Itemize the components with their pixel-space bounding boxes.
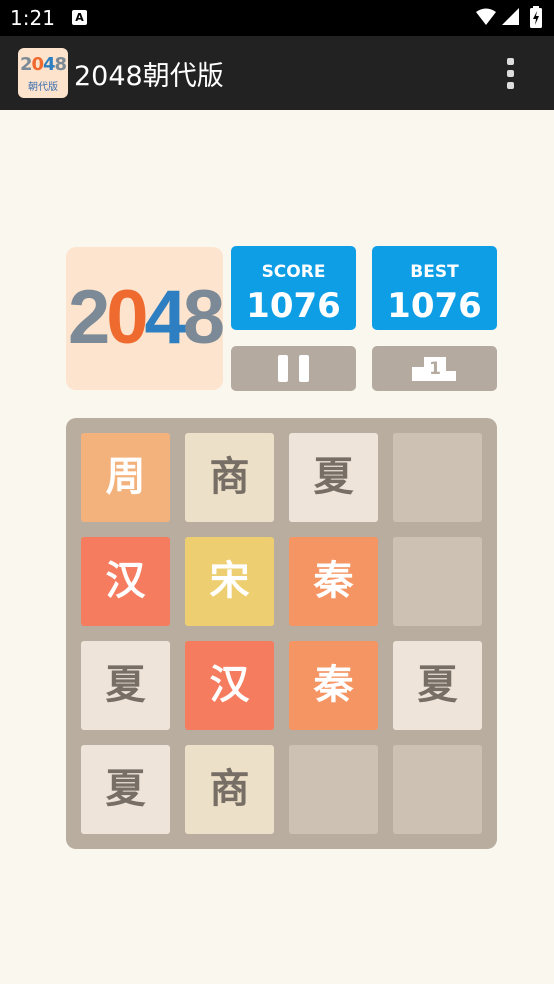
empty-tile (393, 537, 482, 626)
app-logo: 2048 朝代版 (18, 48, 68, 98)
game-logo-digit: 0 (106, 275, 148, 360)
notification-icon: A (72, 10, 87, 25)
game-logo-digit: 2 (67, 275, 110, 360)
tile: 秦 (289, 537, 378, 626)
tile: 秦 (289, 641, 378, 730)
menu-dot (507, 58, 514, 65)
tile: 汉 (81, 537, 170, 626)
wifi-icon (476, 8, 496, 25)
score-box: SCORE 1076 (231, 246, 356, 330)
menu-dot (507, 70, 514, 77)
empty-tile (289, 745, 378, 834)
best-label: BEST (410, 262, 459, 282)
tile: 周 (81, 433, 170, 522)
app-bar: 2048 朝代版 2048朝代版 (0, 36, 554, 110)
app-logo-digit: 2 (19, 54, 32, 75)
tile: 宋 (185, 537, 274, 626)
tile: 商 (185, 433, 274, 522)
tile: 夏 (81, 641, 170, 730)
app-logo-digit: 0 (31, 54, 43, 75)
overflow-menu-button[interactable] (496, 54, 524, 92)
leaderboard-rank: 1 (429, 359, 441, 379)
signal-icon (502, 8, 519, 25)
game-logo-digit: 4 (144, 275, 187, 360)
tile: 汉 (185, 641, 274, 730)
game-logo-text: 2048 (66, 275, 225, 361)
app-logo-digit: 4 (43, 54, 55, 75)
status-time: 1:21 (10, 6, 55, 30)
pause-icon (278, 355, 309, 382)
game-logo-digit: 8 (182, 275, 225, 360)
best-value: 1076 (387, 286, 482, 326)
tile: 商 (185, 745, 274, 834)
tile: 夏 (289, 433, 378, 522)
game-board: 周商夏汉宋秦夏汉秦夏夏商 (66, 418, 497, 849)
battery-icon (530, 6, 542, 28)
app-title: 2048朝代版 (74, 61, 224, 92)
status-bar: 1:21 A (0, 0, 554, 36)
app-logo-subtitle: 朝代版 (28, 82, 58, 93)
best-box: BEST 1076 (372, 246, 497, 330)
leaderboard-button[interactable]: 1 (372, 346, 497, 391)
game-logo: 2048 (66, 247, 225, 390)
empty-tile (393, 745, 482, 834)
menu-dot (507, 82, 514, 89)
tile: 夏 (81, 745, 170, 834)
pause-button[interactable] (231, 346, 356, 391)
app-logo-digits: 2048 (18, 54, 68, 75)
tile: 夏 (393, 641, 482, 730)
app-logo-digit: 8 (54, 54, 67, 75)
score-label: SCORE (261, 262, 326, 282)
score-value: 1076 (246, 286, 341, 326)
empty-tile (393, 433, 482, 522)
